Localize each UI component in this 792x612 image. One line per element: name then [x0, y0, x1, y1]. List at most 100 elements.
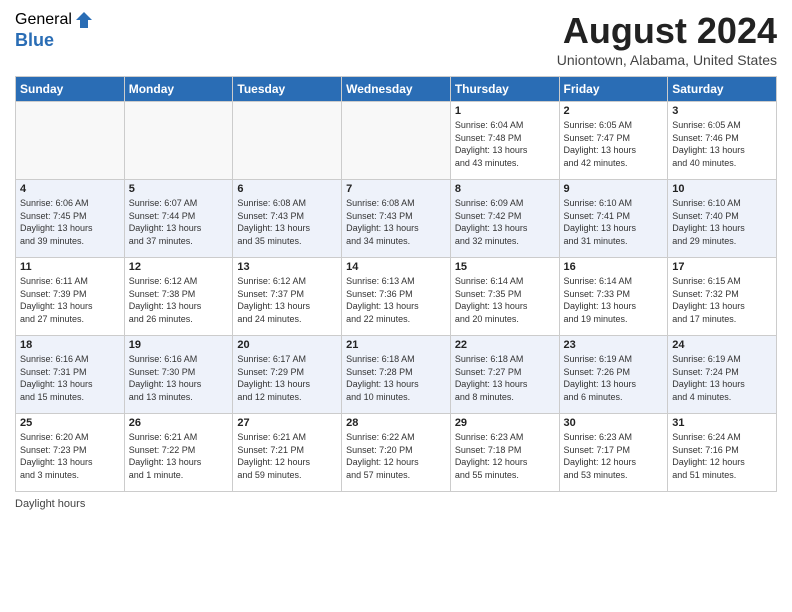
day-number: 24	[672, 339, 772, 351]
month-title: August 2024	[557, 10, 777, 52]
day-number: 25	[20, 417, 120, 429]
calendar-cell: 30 Sunrise: 6:23 AMSunset: 7:17 PMDayligh…	[559, 414, 668, 492]
day-number: 17	[672, 261, 772, 273]
calendar-cell	[124, 102, 233, 180]
day-number: 18	[20, 339, 120, 351]
calendar-cell: 13 Sunrise: 6:12 AMSunset: 7:37 PMDayligh…	[233, 258, 342, 336]
day-number: 20	[237, 339, 337, 351]
calendar-cell: 29 Sunrise: 6:23 AMSunset: 7:18 PMDayligh…	[450, 414, 559, 492]
weekday-thursday: Thursday	[450, 77, 559, 102]
calendar-cell: 17 Sunrise: 6:15 AMSunset: 7:32 PMDayligh…	[668, 258, 777, 336]
calendar-cell: 18 Sunrise: 6:16 AMSunset: 7:31 PMDayligh…	[16, 336, 125, 414]
logo-text: General	[15, 10, 94, 30]
week-row-3: 11 Sunrise: 6:11 AMSunset: 7:39 PMDayligh…	[16, 258, 777, 336]
day-info: Sunrise: 6:08 AMSunset: 7:43 PMDaylight:…	[237, 197, 337, 247]
calendar-cell: 9 Sunrise: 6:10 AMSunset: 7:41 PMDaylight…	[559, 180, 668, 258]
day-info: Sunrise: 6:15 AMSunset: 7:32 PMDaylight:…	[672, 275, 772, 325]
logo-blue-text: Blue	[15, 30, 54, 51]
day-number: 13	[237, 261, 337, 273]
day-number: 2	[564, 105, 664, 117]
weekday-monday: Monday	[124, 77, 233, 102]
week-row-2: 4 Sunrise: 6:06 AMSunset: 7:45 PMDaylight…	[16, 180, 777, 258]
title-section: August 2024 Uniontown, Alabama, United S…	[557, 10, 777, 68]
day-number: 4	[20, 183, 120, 195]
day-number: 26	[129, 417, 229, 429]
location: Uniontown, Alabama, United States	[557, 52, 777, 68]
day-info: Sunrise: 6:04 AMSunset: 7:48 PMDaylight:…	[455, 119, 555, 169]
day-info: Sunrise: 6:19 AMSunset: 7:26 PMDaylight:…	[564, 353, 664, 403]
logo-icon	[74, 10, 94, 30]
week-row-4: 18 Sunrise: 6:16 AMSunset: 7:31 PMDayligh…	[16, 336, 777, 414]
logo: General Blue	[15, 10, 94, 51]
day-info: Sunrise: 6:18 AMSunset: 7:27 PMDaylight:…	[455, 353, 555, 403]
day-number: 8	[455, 183, 555, 195]
day-number: 7	[346, 183, 446, 195]
day-number: 31	[672, 417, 772, 429]
calendar-cell: 25 Sunrise: 6:20 AMSunset: 7:23 PMDayligh…	[16, 414, 125, 492]
day-info: Sunrise: 6:05 AMSunset: 7:46 PMDaylight:…	[672, 119, 772, 169]
calendar-cell: 20Sunrise: 6:17 AMSunset: 7:29 PMDayligh…	[233, 336, 342, 414]
day-number: 12	[129, 261, 229, 273]
day-info: Sunrise: 6:24 AMSunset: 7:16 PMDaylight:…	[672, 431, 772, 481]
day-info: Sunrise: 6:19 AMSunset: 7:24 PMDaylight:…	[672, 353, 772, 403]
day-number: 10	[672, 183, 772, 195]
calendar-cell: 10Sunrise: 6:10 AMSunset: 7:40 PMDayligh…	[668, 180, 777, 258]
day-number: 6	[237, 183, 337, 195]
logo-general: General	[15, 11, 72, 29]
day-info: Sunrise: 6:08 AMSunset: 7:43 PMDaylight:…	[346, 197, 446, 247]
calendar-cell: 3 Sunrise: 6:05 AMSunset: 7:46 PMDaylight…	[668, 102, 777, 180]
day-number: 22	[455, 339, 555, 351]
day-number: 21	[346, 339, 446, 351]
day-number: 14	[346, 261, 446, 273]
calendar-cell: 1Sunrise: 6:04 AMSunset: 7:48 PMDaylight…	[450, 102, 559, 180]
calendar-cell: 8 Sunrise: 6:09 AMSunset: 7:42 PMDaylight…	[450, 180, 559, 258]
calendar-cell: 6 Sunrise: 6:08 AMSunset: 7:43 PMDaylight…	[233, 180, 342, 258]
calendar-cell: 26Sunrise: 6:21 AMSunset: 7:22 PMDayligh…	[124, 414, 233, 492]
day-info: Sunrise: 6:07 AMSunset: 7:44 PMDaylight:…	[129, 197, 229, 247]
weekday-sunday: Sunday	[16, 77, 125, 102]
calendar-cell: 22 Sunrise: 6:18 AMSunset: 7:27 PMDayligh…	[450, 336, 559, 414]
day-number: 19	[129, 339, 229, 351]
day-info: Sunrise: 6:05 AMSunset: 7:47 PMDaylight:…	[564, 119, 664, 169]
day-number: 27	[237, 417, 337, 429]
day-info: Sunrise: 6:16 AMSunset: 7:31 PMDaylight:…	[20, 353, 120, 403]
weekday-friday: Friday	[559, 77, 668, 102]
day-info: Sunrise: 6:12 AMSunset: 7:38 PMDaylight:…	[129, 275, 229, 325]
day-info: Sunrise: 6:23 AMSunset: 7:17 PMDaylight:…	[564, 431, 664, 481]
day-info: Sunrise: 6:23 AMSunset: 7:18 PMDaylight:…	[455, 431, 555, 481]
day-info: Sunrise: 6:16 AMSunset: 7:30 PMDaylight:…	[129, 353, 229, 403]
calendar-cell: 2 Sunrise: 6:05 AMSunset: 7:47 PMDaylight…	[559, 102, 668, 180]
day-number: 9	[564, 183, 664, 195]
week-row-5: 25 Sunrise: 6:20 AMSunset: 7:23 PMDayligh…	[16, 414, 777, 492]
calendar-cell: 28 Sunrise: 6:22 AMSunset: 7:20 PMDayligh…	[342, 414, 451, 492]
day-info: Sunrise: 6:09 AMSunset: 7:42 PMDaylight:…	[455, 197, 555, 247]
day-info: Sunrise: 6:10 AMSunset: 7:41 PMDaylight:…	[564, 197, 664, 247]
day-info: Sunrise: 6:11 AMSunset: 7:39 PMDaylight:…	[20, 275, 120, 325]
day-info: Sunrise: 6:14 AMSunset: 7:35 PMDaylight:…	[455, 275, 555, 325]
calendar-cell: 5Sunrise: 6:07 AMSunset: 7:44 PMDaylight…	[124, 180, 233, 258]
day-info: Sunrise: 6:20 AMSunset: 7:23 PMDaylight:…	[20, 431, 120, 481]
day-info: Sunrise: 6:12 AMSunset: 7:37 PMDaylight:…	[237, 275, 337, 325]
day-info: Sunrise: 6:14 AMSunset: 7:33 PMDaylight:…	[564, 275, 664, 325]
weekday-wednesday: Wednesday	[342, 77, 451, 102]
day-number: 3	[672, 105, 772, 117]
calendar-cell: 7 Sunrise: 6:08 AMSunset: 7:43 PMDaylight…	[342, 180, 451, 258]
day-info: Sunrise: 6:13 AMSunset: 7:36 PMDaylight:…	[346, 275, 446, 325]
day-number: 29	[455, 417, 555, 429]
weekday-tuesday: Tuesday	[233, 77, 342, 102]
day-number: 30	[564, 417, 664, 429]
day-number: 11	[20, 261, 120, 273]
calendar-cell	[342, 102, 451, 180]
calendar-cell: 27Sunrise: 6:21 AMSunset: 7:21 PMDayligh…	[233, 414, 342, 492]
header: General Blue August 2024 Uniontown, Alab…	[15, 10, 777, 68]
day-info: Sunrise: 6:06 AMSunset: 7:45 PMDaylight:…	[20, 197, 120, 247]
calendar-cell: 12 Sunrise: 6:12 AMSunset: 7:38 PMDayligh…	[124, 258, 233, 336]
calendar-cell	[16, 102, 125, 180]
day-number: 28	[346, 417, 446, 429]
day-info: Sunrise: 6:22 AMSunset: 7:20 PMDaylight:…	[346, 431, 446, 481]
calendar: SundayMondayTuesdayWednesdayThursdayFrid…	[15, 76, 777, 492]
calendar-cell: 23Sunrise: 6:19 AMSunset: 7:26 PMDayligh…	[559, 336, 668, 414]
weekday-saturday: Saturday	[668, 77, 777, 102]
calendar-cell: 21Sunrise: 6:18 AMSunset: 7:28 PMDayligh…	[342, 336, 451, 414]
calendar-cell: 24 Sunrise: 6:19 AMSunset: 7:24 PMDayligh…	[668, 336, 777, 414]
